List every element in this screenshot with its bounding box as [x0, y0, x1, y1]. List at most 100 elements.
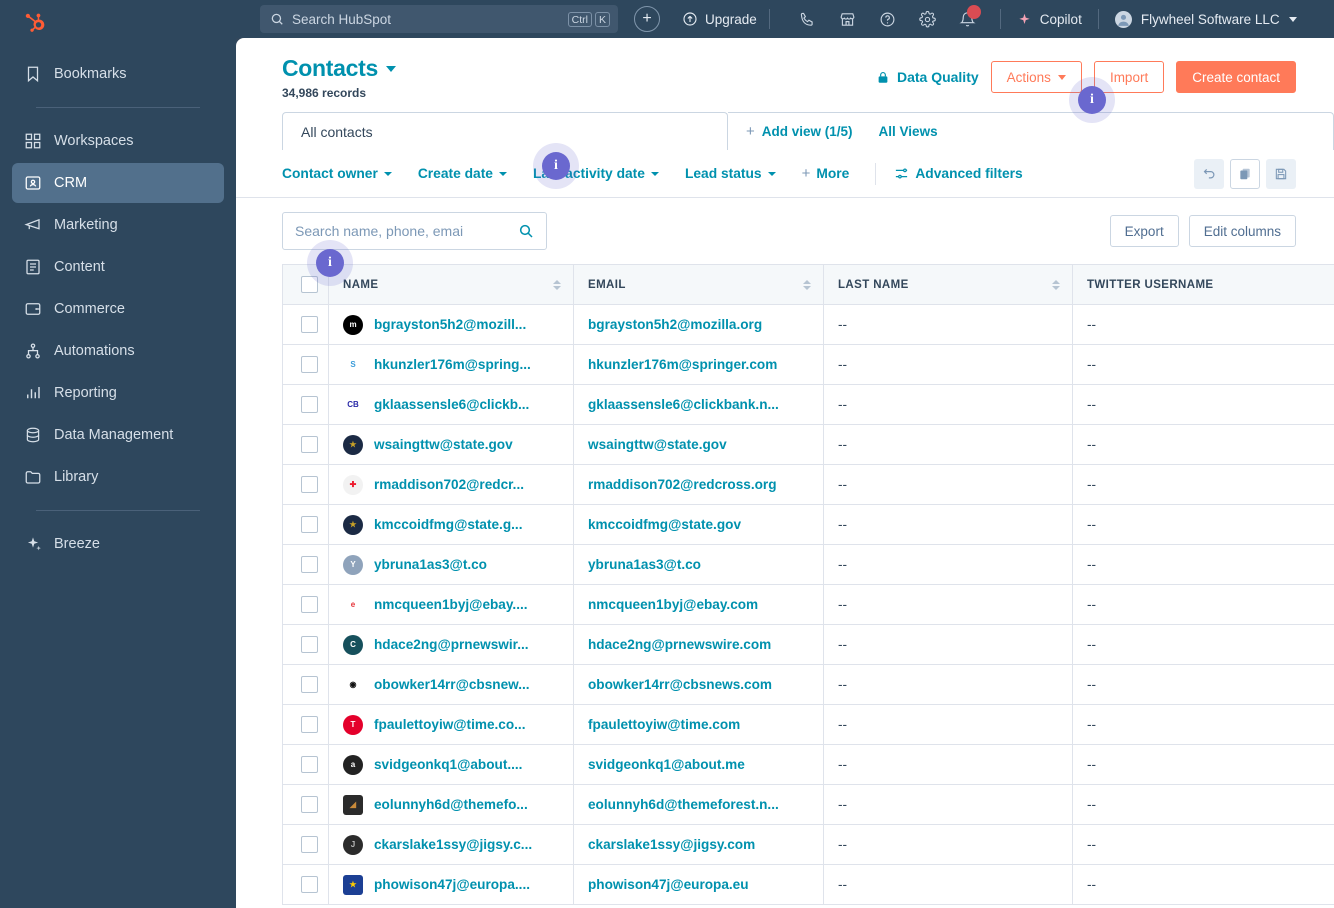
duplicate-icon[interactable]: [1230, 158, 1260, 189]
marketplace-icon[interactable]: [828, 3, 868, 35]
actions-button[interactable]: Actions: [990, 61, 1082, 93]
contact-email-link[interactable]: ybruna1as3@t.co: [588, 557, 701, 572]
account-menu[interactable]: Flywheel Software LLC: [1114, 10, 1297, 28]
data-quality-button[interactable]: Data Quality: [876, 69, 979, 85]
contact-name-link[interactable]: ybruna1as3@t.co: [374, 557, 487, 572]
contact-email-link[interactable]: obowker14rr@cbsnews.com: [588, 677, 772, 692]
contact-name-link[interactable]: ckarslake1ssy@jigsy.c...: [374, 837, 532, 852]
table-row[interactable]: ◢ eolunnyh6d@themefo... eolunnyh6d@themefo…: [282, 784, 1334, 825]
column-header-email[interactable]: EMAIL: [573, 264, 824, 305]
search-icon[interactable]: [518, 223, 534, 239]
table-row[interactable]: CB gklaassensle6@clickb... gklaassensle6@c…: [282, 384, 1334, 425]
table-search-wrap[interactable]: [282, 212, 547, 250]
row-checkbox[interactable]: [301, 716, 318, 733]
contact-name-link[interactable]: kmccoidfmg@state.g...: [374, 517, 522, 532]
table-row[interactable]: ✚ rmaddison702@redcr... rmaddison702@redcr…: [282, 464, 1334, 505]
contact-email-link[interactable]: fpaulettoyiw@time.com: [588, 717, 740, 732]
sort-icon[interactable]: [803, 279, 811, 290]
import-button[interactable]: Import: [1093, 61, 1165, 93]
contact-name-link[interactable]: wsaingttw@state.gov: [374, 437, 513, 452]
sidebar-item-marketing[interactable]: Marketing: [12, 205, 224, 245]
coach-import[interactable]: i: [1078, 86, 1106, 114]
contact-name-link[interactable]: hkunzler176m@spring...: [374, 357, 531, 372]
sidebar-item-commerce[interactable]: Commerce: [12, 289, 224, 329]
contact-email-link[interactable]: phowison47j@europa.eu: [588, 877, 749, 892]
contact-name-link[interactable]: svidgeonkq1@about....: [374, 757, 522, 772]
table-row[interactable]: Chdace2ng@prnewswir... hdace2ng@prnewswir…: [282, 624, 1334, 665]
sidebar-item-crm[interactable]: CRM: [12, 163, 224, 203]
add-view-button[interactable]: + Add view (1/5): [746, 123, 853, 140]
contact-name-link[interactable]: obowker14rr@cbsnew...: [374, 677, 530, 692]
column-header-last-name[interactable]: LAST NAME: [823, 264, 1073, 305]
sidebar-item-data-management[interactable]: Data Management: [12, 415, 224, 455]
table-row[interactable]: m bgrayston5h2@mozill... bgrayston5h2@mozi…: [282, 304, 1334, 345]
table-row[interactable]: ★ phowison47j@europa.... phowison47j@europ…: [282, 864, 1334, 905]
select-all-checkbox[interactable]: [301, 276, 318, 293]
row-checkbox[interactable]: [301, 516, 318, 533]
contact-name-link[interactable]: eolunnyh6d@themefo...: [374, 797, 528, 812]
filter-create-date[interactable]: Create date: [418, 166, 507, 181]
row-checkbox[interactable]: [301, 396, 318, 413]
table-row[interactable]: Shkunzler176m@spring... hkunzler176m@spri…: [282, 344, 1334, 385]
table-row[interactable]: e nmcqueen1byj@ebay.... nmcqueen1byj@ebay.…: [282, 584, 1334, 625]
row-checkbox[interactable]: [301, 676, 318, 693]
sidebar-item-content[interactable]: Content: [12, 247, 224, 287]
upgrade-button[interactable]: Upgrade: [682, 11, 757, 27]
table-row[interactable]: ★ wsaingttw@state.gov wsaingttw@state.gov -…: [282, 424, 1334, 465]
row-checkbox[interactable]: [301, 316, 318, 333]
contact-name-link[interactable]: nmcqueen1byj@ebay....: [374, 597, 528, 612]
contact-email-link[interactable]: ckarslake1ssy@jigsy.com: [588, 837, 755, 852]
filter-contact-owner[interactable]: Contact owner: [282, 166, 392, 181]
coach-table-search[interactable]: i: [316, 249, 344, 277]
search-input[interactable]: [295, 223, 510, 239]
contact-email-link[interactable]: svidgeonkq1@about.me: [588, 757, 745, 772]
contact-email-link[interactable]: hkunzler176m@springer.com: [588, 357, 777, 372]
contact-name-link[interactable]: fpaulettoyiw@time.co...: [374, 717, 525, 732]
sidebar-item-workspaces[interactable]: Workspaces: [12, 121, 224, 161]
create-new-button[interactable]: +: [634, 6, 660, 32]
advanced-filters-button[interactable]: Advanced filters: [894, 166, 1023, 181]
export-button[interactable]: Export: [1109, 215, 1179, 247]
row-checkbox[interactable]: [301, 356, 318, 373]
contact-email-link[interactable]: hdace2ng@prnewswire.com: [588, 637, 771, 652]
contact-name-link[interactable]: bgrayston5h2@mozill...: [374, 317, 526, 332]
filter-lead-status[interactable]: Lead status: [685, 166, 776, 181]
copilot-button[interactable]: Copilot: [1013, 12, 1086, 27]
sidebar-item-library[interactable]: Library: [12, 457, 224, 497]
column-header-name[interactable]: NAME: [328, 264, 574, 305]
sidebar-item-bookmarks[interactable]: Bookmarks: [12, 54, 224, 94]
calling-icon[interactable]: [788, 3, 828, 35]
coach-create-date[interactable]: i: [542, 152, 570, 180]
contact-email-link[interactable]: eolunnyh6d@themeforest.n...: [588, 797, 779, 812]
tab-all-contacts[interactable]: All contacts: [282, 112, 728, 150]
edit-columns-button[interactable]: Edit columns: [1188, 215, 1296, 247]
table-row[interactable]: a svidgeonkq1@about.... svidgeonkq1@about.…: [282, 744, 1334, 785]
contact-name-link[interactable]: phowison47j@europa....: [374, 877, 530, 892]
sort-icon[interactable]: [553, 279, 561, 290]
table-row[interactable]: Jckarslake1ssy@jigsy.c... ckarslake1ssy@j…: [282, 824, 1334, 865]
row-checkbox[interactable]: [301, 796, 318, 813]
row-checkbox[interactable]: [301, 756, 318, 773]
row-checkbox[interactable]: [301, 836, 318, 853]
contact-name-link[interactable]: hdace2ng@prnewswir...: [374, 637, 529, 652]
more-filters-button[interactable]: + More: [802, 165, 850, 182]
sidebar-item-automations[interactable]: Automations: [12, 331, 224, 371]
row-checkbox[interactable]: [301, 436, 318, 453]
row-checkbox[interactable]: [301, 476, 318, 493]
hubspot-logo-wrap[interactable]: [0, 0, 236, 46]
sidebar-item-reporting[interactable]: Reporting: [12, 373, 224, 413]
create-contact-button[interactable]: Create contact: [1176, 61, 1296, 93]
table-row[interactable]: Tfpaulettoyiw@time.co... fpaulettoyiw@tim…: [282, 704, 1334, 745]
settings-icon[interactable]: [908, 3, 948, 35]
notifications-icon[interactable]: [948, 3, 988, 35]
table-row[interactable]: Yybruna1as3@t.co ybruna1as3@t.co -- --: [282, 544, 1334, 585]
sidebar-item-breeze[interactable]: Breeze: [12, 524, 224, 564]
contact-name-link[interactable]: gklaassensle6@clickb...: [374, 397, 529, 412]
row-checkbox[interactable]: [301, 636, 318, 653]
page-title[interactable]: Contacts: [282, 55, 397, 82]
row-checkbox[interactable]: [301, 556, 318, 573]
table-row[interactable]: ◉ obowker14rr@cbsnew... obowker14rr@cbsnew…: [282, 664, 1334, 705]
contact-email-link[interactable]: rmaddison702@redcross.org: [588, 477, 777, 492]
save-icon[interactable]: [1266, 158, 1296, 189]
undo-icon[interactable]: [1194, 158, 1224, 189]
